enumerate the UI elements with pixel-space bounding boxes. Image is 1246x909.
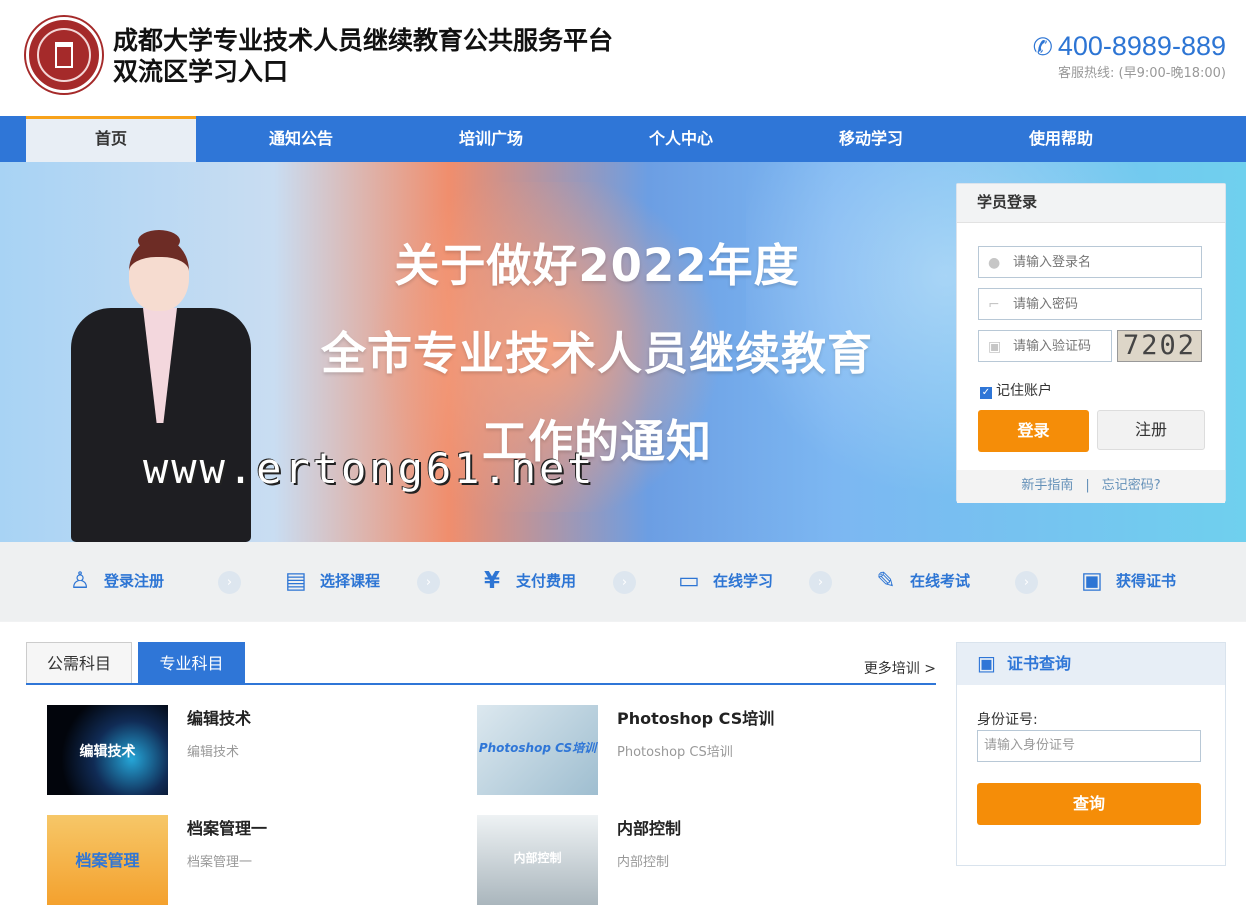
chevron-right-icon: › (1015, 571, 1038, 594)
login-help-links: 新手指南 | 忘记密码? (957, 470, 1225, 503)
key-icon: ⌐ (988, 297, 1000, 313)
support-phone: 400-8989-889 客服热线: (早9:00-晚18:00) (1033, 31, 1226, 81)
id-number-input[interactable]: 请输入身份证号 (977, 730, 1201, 762)
login-panel: 学员登录 ● ⌐ ▣ 7202 ✓ 记住账户 登录 注册 新手指南|忘记密码? (956, 183, 1226, 503)
building-icon (55, 42, 73, 68)
step-label: 登录注册 (104, 572, 165, 590)
password-input[interactable] (979, 289, 1201, 319)
certificate-query-panel: ▣ 证书查询 身份证号: 请输入身份证号 查询 (956, 642, 1226, 866)
login-title: 学员登录 (957, 184, 1225, 223)
chevron-right-icon: › (613, 571, 636, 594)
beginner-guide-link[interactable]: 新手指南 (1021, 478, 1073, 493)
logo-emblem (37, 28, 91, 82)
username-field[interactable]: ● (978, 246, 1202, 278)
site-header: 成都大学专业技术人员继续教育公共服务平台 双流区学习入口 400-8989-88… (0, 0, 1246, 116)
thumbnail-title: Photoshop CS培训 (478, 741, 597, 755)
yuan-payment-icon: ¥ (483, 568, 500, 594)
chevron-right-icon: › (417, 571, 440, 594)
course-title[interactable]: 内部控制 (617, 815, 681, 839)
chevron-right-icon: › (218, 571, 241, 594)
user-icon: ● (988, 255, 1001, 271)
register-button[interactable]: 注册 (1097, 410, 1205, 450)
course-card[interactable]: 编辑技术 编辑技术 编辑技术 (47, 705, 447, 799)
nav-mobile-learning[interactable]: 移动学习 (786, 116, 956, 162)
site-title: 成都大学专业技术人员继续教育公共服务平台 双流区学习入口 (113, 25, 613, 87)
tab-public-courses[interactable]: 公需科目 (26, 642, 132, 683)
course-check-icon: ▤ (285, 568, 307, 594)
remember-account[interactable]: ✓ 记住账户 (980, 380, 1052, 400)
course-thumbnail[interactable]: 内部控制 (477, 815, 598, 905)
course-title[interactable]: 档案管理一 (187, 815, 267, 839)
certificate-icon: ▣ (1081, 568, 1103, 594)
banner-watermark: www.ertong61.net (143, 444, 596, 493)
login-button[interactable]: 登录 (978, 410, 1089, 452)
thumbnail-title: 内部控制 (513, 851, 562, 865)
chevron-right-icon: › (809, 571, 832, 594)
captcha-field[interactable]: ▣ (978, 330, 1112, 362)
laptop-icon: ▭ (678, 568, 700, 594)
captcha-icon: ▣ (988, 339, 1002, 355)
exam-paper-icon: ✎ (876, 568, 896, 594)
password-field[interactable]: ⌐ (978, 288, 1202, 320)
thumbnail-title: 编辑技术 (79, 744, 136, 760)
course-subtitle: Photoshop CS培训 (617, 745, 733, 760)
forgot-password-link[interactable]: 忘记密码? (1102, 478, 1161, 493)
step-label: 获得证书 (1116, 572, 1177, 590)
tab-professional-courses[interactable]: 专业科目 (138, 642, 245, 683)
phone-hours: 客服热线: (早9:00-晚18:00) (1057, 66, 1226, 81)
course-card[interactable]: Photoshop CS培训 Photoshop CS培训 Photoshop … (477, 705, 877, 799)
course-card[interactable]: 内部控制 内部控制 内部控制 (477, 815, 877, 909)
remember-label: 记住账户 (996, 383, 1052, 399)
site-title-line1: 成都大学专业技术人员继续教育公共服务平台 (113, 26, 614, 55)
course-subtitle: 档案管理一 (187, 855, 253, 870)
more-training-link[interactable]: 更多培训 > (864, 658, 936, 678)
person-face (129, 239, 189, 311)
step-label: 在线学习 (713, 572, 774, 590)
banner-line-1: 关于做好2022年度 (394, 239, 800, 292)
thumbnail-title: 档案管理 (75, 851, 140, 870)
course-title[interactable]: Photoshop CS培训 (617, 705, 774, 729)
course-tabs: 公需科目 专业科目 更多培训 > (26, 642, 936, 685)
remember-checkbox[interactable]: ✓ (980, 387, 992, 399)
phone-number: 400-8989-889 (1033, 31, 1226, 62)
step-label: 选择课程 (320, 572, 381, 590)
banner-line-2: 全市专业技术人员继续教育 (320, 327, 873, 380)
main-navigation: 首页 通知公告 培训广场 个人中心 移动学习 使用帮助 (0, 116, 1246, 162)
certificate-icon: ▣ (977, 651, 996, 675)
user-icon: ♙ (69, 568, 91, 594)
course-card[interactable]: 档案管理 档案管理一 档案管理一 (47, 815, 447, 909)
captcha-image[interactable]: 7202 (1117, 330, 1202, 362)
id-number-label: 身份证号: (977, 712, 1038, 728)
step-label: 在线考试 (910, 572, 971, 590)
course-title[interactable]: 编辑技术 (187, 705, 251, 729)
nav-training[interactable]: 培训广场 (406, 116, 576, 162)
query-button[interactable]: 查询 (977, 783, 1201, 825)
certificate-query-title: ▣ 证书查询 (957, 643, 1225, 685)
nav-personal-center[interactable]: 个人中心 (596, 116, 766, 162)
process-steps: ♙ 登录注册 › ▤ 选择课程 › ¥ 支付费用 › ▭ 在线学习 › ✎ 在线考试 › … (0, 542, 1246, 622)
site-title-line2: 双流区学习入口 (113, 57, 289, 86)
course-thumbnail[interactable]: 档案管理 (47, 815, 168, 905)
step-label: 支付费用 (516, 572, 577, 590)
course-subtitle: 编辑技术 (187, 745, 240, 760)
certificate-title-text: 证书查询 (1007, 654, 1072, 673)
course-thumbnail[interactable]: 编辑技术 (47, 705, 168, 795)
username-input[interactable] (979, 247, 1201, 277)
course-thumbnail[interactable]: Photoshop CS培训 (477, 705, 598, 795)
nav-notices[interactable]: 通知公告 (216, 116, 386, 162)
nav-home[interactable]: 首页 (26, 116, 196, 162)
nav-help[interactable]: 使用帮助 (976, 116, 1146, 162)
course-subtitle: 内部控制 (617, 855, 670, 870)
university-logo[interactable] (26, 17, 102, 93)
